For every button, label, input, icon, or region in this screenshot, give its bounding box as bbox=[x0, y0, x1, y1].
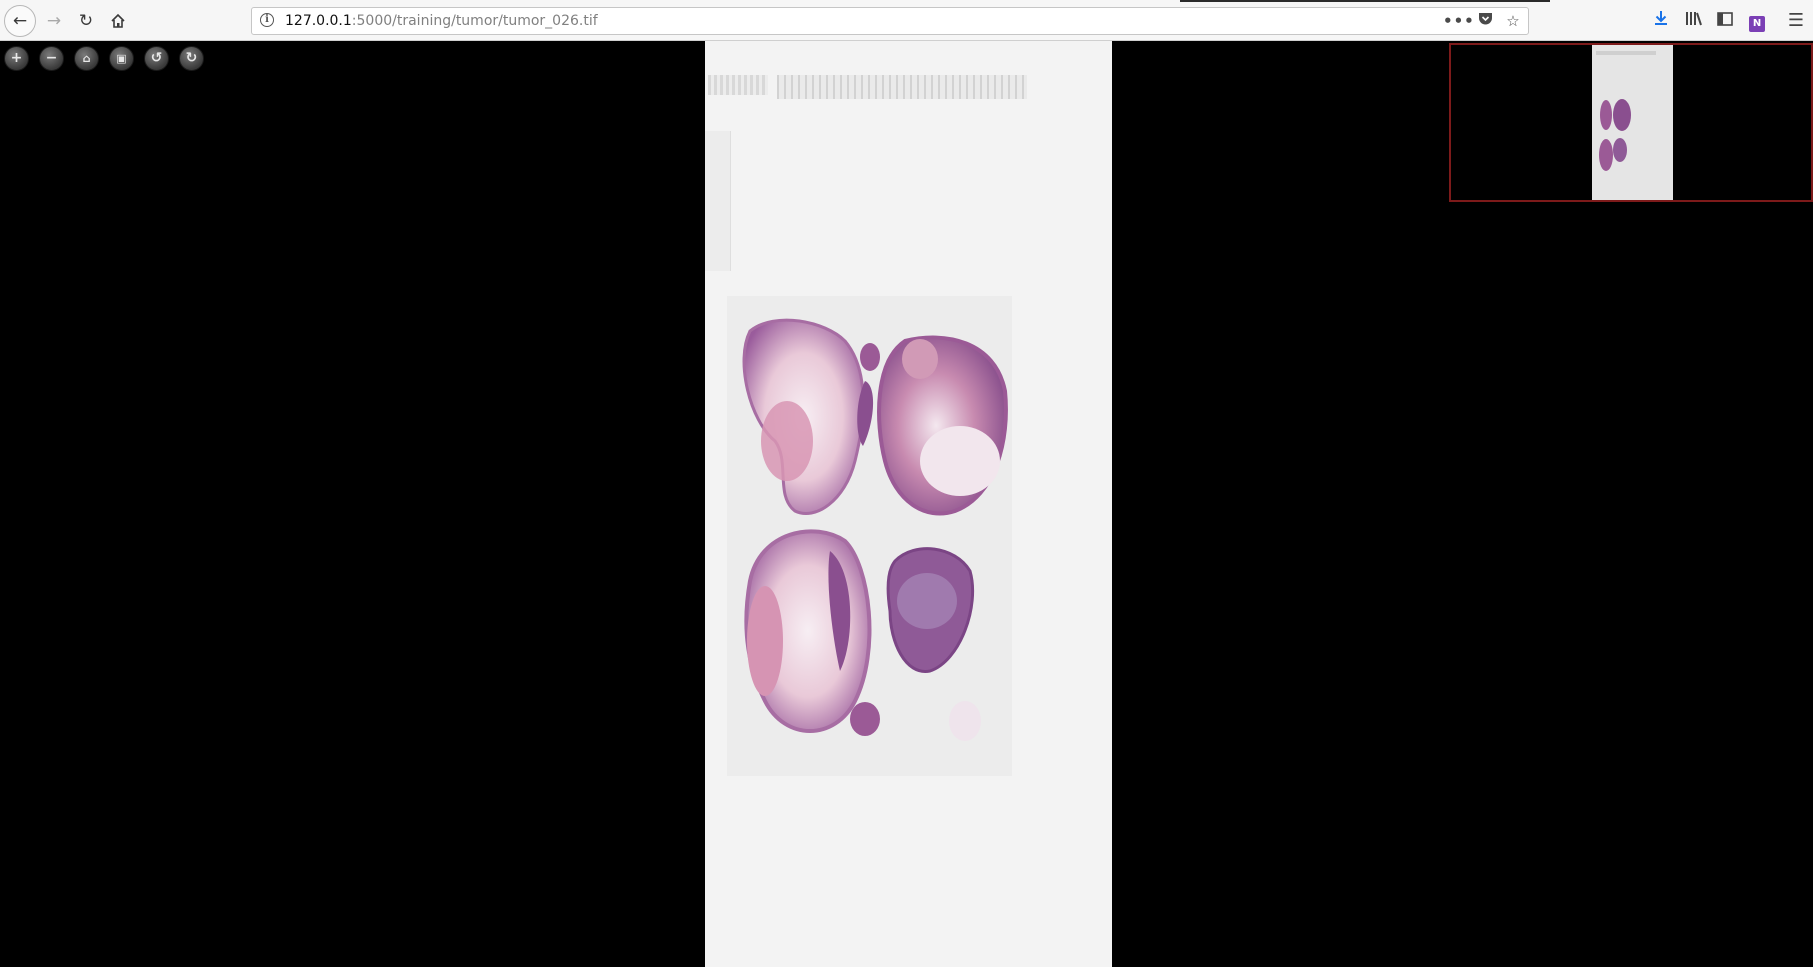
browser-toolbar: ← → ↻ i 127.0.0.1:5000/training/tumor/tu… bbox=[0, 0, 1813, 41]
page-actions-icon[interactable]: ••• bbox=[1443, 11, 1474, 31]
minimap-slide bbox=[1592, 45, 1673, 200]
download-icon[interactable] bbox=[1649, 9, 1673, 33]
back-arrow-icon: ← bbox=[12, 10, 28, 31]
home-view-button[interactable]: ⌂ bbox=[74, 46, 99, 71]
sidebar-icon[interactable] bbox=[1713, 9, 1737, 33]
rotate-left-icon: ↺ bbox=[150, 50, 163, 66]
rotate-left-button[interactable]: ↺ bbox=[144, 46, 169, 71]
zoom-out-button[interactable]: − bbox=[39, 46, 64, 71]
fullscreen-icon: ▣ bbox=[116, 52, 127, 65]
library-icon[interactable] bbox=[1682, 9, 1706, 33]
full-page-button[interactable]: ▣ bbox=[109, 46, 134, 71]
minimap-tissue bbox=[1596, 51, 1656, 171]
home-icon: ⌂ bbox=[82, 52, 91, 65]
rotate-right-button[interactable]: ↻ bbox=[179, 46, 204, 71]
onenote-icon[interactable]: N bbox=[1745, 9, 1769, 33]
plus-icon: + bbox=[10, 50, 23, 66]
slide-viewer[interactable]: + − ⌂ ▣ ↺ ↻ bbox=[0, 41, 1813, 967]
url-host: 127.0.0.1 bbox=[285, 13, 352, 29]
home-icon bbox=[111, 13, 125, 28]
forward-button[interactable]: → bbox=[39, 6, 69, 36]
reload-icon: ↻ bbox=[78, 10, 94, 31]
hamburger-menu-icon[interactable]: ☰ bbox=[1784, 9, 1808, 33]
tissue-sections bbox=[742, 318, 1008, 741]
info-icon[interactable]: i bbox=[260, 13, 274, 27]
home-button[interactable] bbox=[103, 6, 133, 36]
reload-button[interactable]: ↻ bbox=[71, 6, 101, 36]
tab-indicator-line bbox=[1180, 0, 1550, 2]
zoom-in-button[interactable]: + bbox=[4, 46, 29, 71]
bookmark-star-icon[interactable]: ☆ bbox=[1502, 11, 1524, 31]
navigator-minimap[interactable] bbox=[1449, 43, 1813, 202]
back-button[interactable]: ← bbox=[4, 5, 36, 37]
rotate-right-icon: ↻ bbox=[185, 50, 198, 66]
address-bar[interactable]: i 127.0.0.1:5000/training/tumor/tumor_02… bbox=[251, 7, 1529, 35]
forward-arrow-icon: → bbox=[46, 10, 62, 31]
onenote-glyph: N bbox=[1749, 16, 1765, 32]
url-text[interactable]: 127.0.0.1:5000/training/tumor/tumor_026.… bbox=[285, 13, 598, 29]
slide-image[interactable] bbox=[705, 41, 1112, 967]
minus-icon: − bbox=[45, 50, 58, 66]
url-path: :5000/training/tumor/tumor_026.tif bbox=[351, 13, 598, 29]
pocket-icon[interactable] bbox=[1474, 11, 1496, 31]
